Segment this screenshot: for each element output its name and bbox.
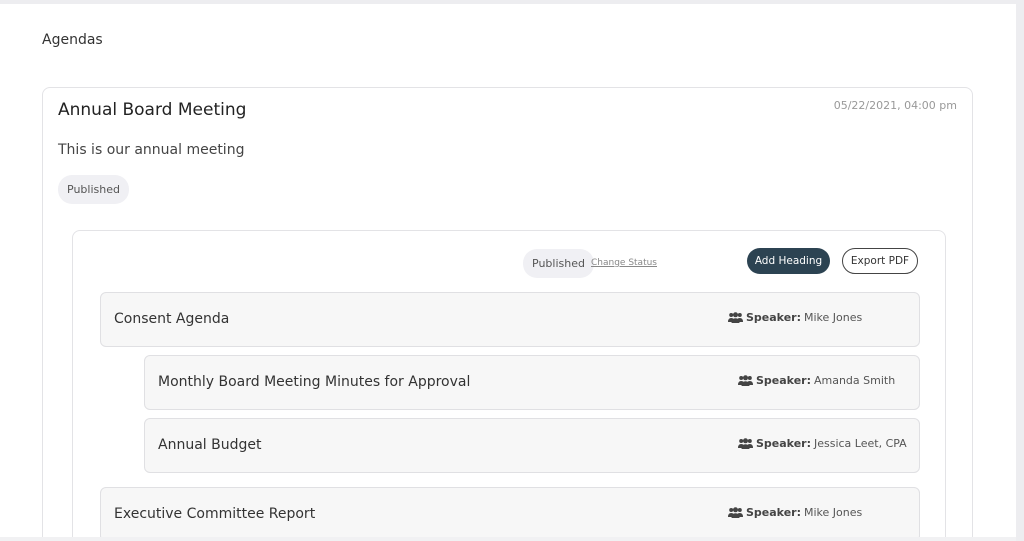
- agenda-item-title: Monthly Board Meeting Minutes for Approv…: [158, 374, 471, 390]
- agenda-item[interactable]: Executive Committee Report Speaker: Mike…: [100, 487, 920, 541]
- agenda-item-title: Annual Budget: [158, 437, 262, 453]
- users-icon: [738, 438, 753, 449]
- speaker-label: Speaker:: [756, 374, 811, 387]
- speaker-name: Amanda Smith: [813, 374, 896, 387]
- agenda-item-speaker: Speaker: Mike Jones: [728, 506, 862, 519]
- users-icon: [738, 375, 753, 386]
- meeting-status-badge: Published: [58, 175, 129, 204]
- add-heading-button[interactable]: Add Heading: [747, 248, 830, 274]
- agenda-item[interactable]: Consent Agenda Speaker: Mike Jones: [100, 292, 920, 347]
- agenda-item-speaker: Speaker: Jessica Leet, CPA: [738, 437, 907, 450]
- change-status-link[interactable]: Change Status: [591, 258, 657, 268]
- agenda-status-badge: Published: [523, 249, 594, 278]
- agenda-item-speaker: Speaker: Amanda Smith: [738, 374, 895, 387]
- agendas-page: Agendas Annual Board Meeting 05/22/2021,…: [0, 4, 1016, 541]
- agenda-item[interactable]: Monthly Board Meeting Minutes for Approv…: [144, 355, 920, 410]
- agenda-panel: Published Change Status Add Heading Expo…: [72, 230, 946, 541]
- agenda-item-speaker: Speaker: Mike Jones: [728, 311, 862, 324]
- page-title: Agendas: [42, 32, 103, 48]
- meeting-card: Annual Board Meeting 05/22/2021, 04:00 p…: [42, 87, 973, 541]
- agenda-item[interactable]: Annual Budget Speaker: Jessica Leet, CPA: [144, 418, 920, 473]
- export-pdf-button[interactable]: Export PDF: [842, 248, 918, 274]
- speaker-label: Speaker:: [756, 437, 811, 450]
- speaker-name: Mike Jones: [803, 311, 863, 324]
- meeting-title: Annual Board Meeting: [58, 100, 247, 120]
- speaker-label: Speaker:: [746, 311, 801, 324]
- agenda-item-title: Consent Agenda: [114, 311, 230, 327]
- users-icon: [728, 312, 743, 323]
- meeting-datetime: 05/22/2021, 04:00 pm: [833, 99, 957, 112]
- speaker-name: Jessica Leet, CPA: [813, 437, 907, 450]
- users-icon: [728, 507, 743, 518]
- meeting-description: This is our annual meeting: [58, 142, 245, 158]
- speaker-label: Speaker:: [746, 506, 801, 519]
- speaker-name: Mike Jones: [803, 506, 863, 519]
- agenda-item-title: Executive Committee Report: [114, 506, 316, 522]
